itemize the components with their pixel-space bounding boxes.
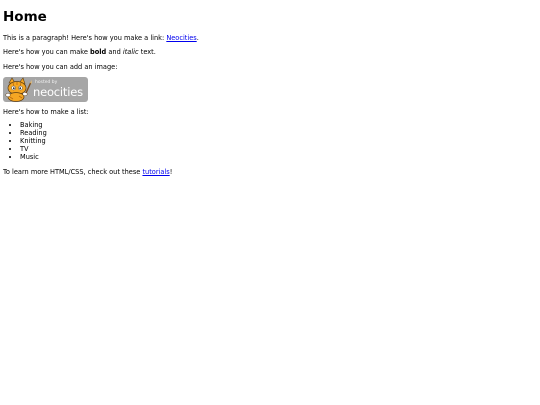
paragraph-text: Here's how you can make: [3, 48, 91, 56]
hobby-list: Baking Reading Knitting TV Music: [3, 121, 537, 161]
list-item: TV: [20, 145, 537, 153]
list-item: Baking: [20, 121, 537, 129]
page-content: Home This is a paragraph! Here's how you…: [3, 0, 537, 177]
paragraph-link-example: This is a paragraph! Here's how you make…: [3, 34, 537, 43]
paragraph-text: This is a paragraph! Here's how you make…: [3, 34, 167, 42]
italic-text: italic: [122, 48, 139, 56]
page-title: Home: [3, 9, 47, 25]
list-item: Knitting: [20, 137, 537, 145]
list-item: Music: [20, 153, 537, 161]
neocities-wordmark: neocities: [33, 85, 83, 99]
paragraph-image-intro: Here's how you can add an image:: [3, 63, 118, 71]
bold-text: bold: [90, 48, 107, 56]
paragraph-text: and: [106, 48, 123, 56]
list-item: Reading: [20, 129, 537, 137]
tutorials-link[interactable]: tutorials: [142, 168, 169, 176]
paragraph-text: text.: [138, 48, 156, 56]
hosted-by-neocities-badge: hosted by neocities: [3, 77, 88, 102]
neocities-cat-logo-icon: [5, 77, 32, 102]
paragraph-end: !: [169, 168, 173, 176]
paragraph-text: To learn more HTML/CSS, check out these: [3, 168, 143, 176]
paragraph-list-intro: Here's how to make a list:: [3, 108, 89, 116]
paragraph-tutorials: To learn more HTML/CSS, check out these …: [3, 168, 537, 177]
neocities-link[interactable]: Neocities: [166, 34, 196, 42]
paragraph-formatting-example: Here's how you can make bold and italic …: [3, 48, 537, 57]
paragraph-end: .: [196, 34, 199, 42]
